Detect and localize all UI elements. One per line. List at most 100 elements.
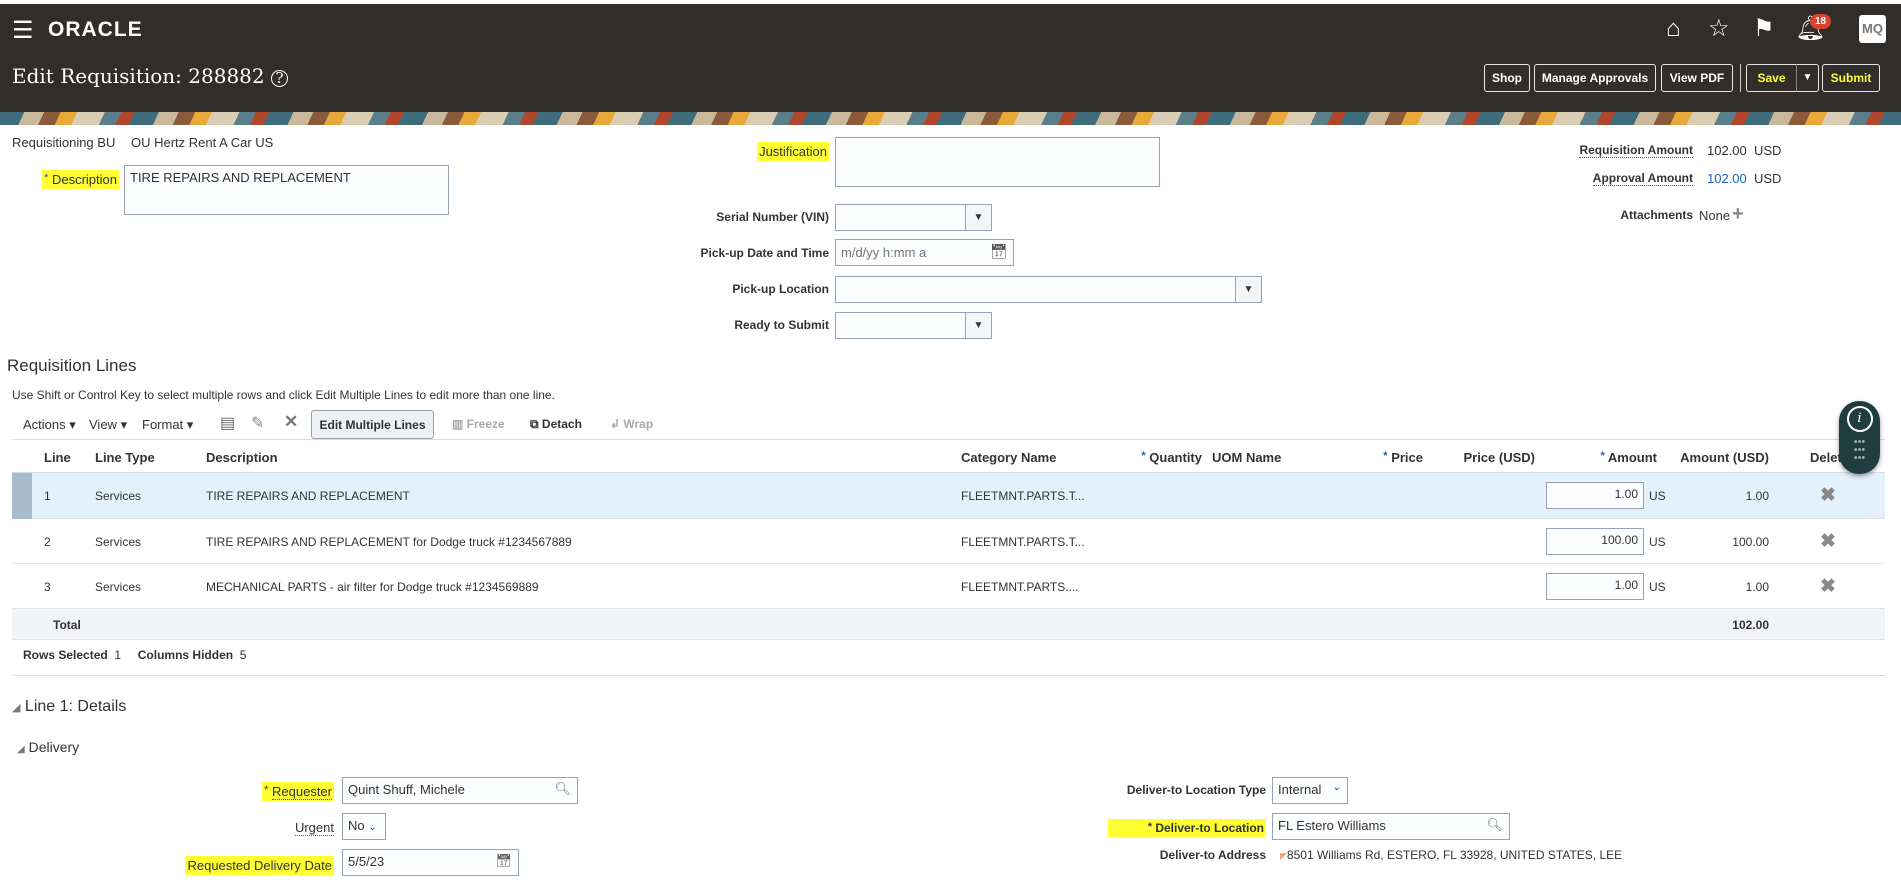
- line-type: Services: [95, 489, 142, 503]
- requisitioning-bu-label: Requisitioning BU: [12, 135, 116, 150]
- requested-delivery-date-input[interactable]: 5/5/23 📅︎: [342, 849, 519, 876]
- deliver-to-location-type-select[interactable]: Internal ⌄: [1272, 777, 1348, 804]
- dropdown-arrow-icon[interactable]: ▼: [1235, 277, 1261, 302]
- edit-multiple-lines-button[interactable]: Edit Multiple Lines: [311, 410, 434, 439]
- line-number: 3: [44, 580, 51, 594]
- search-icon[interactable]: 🔍︎: [554, 781, 571, 797]
- pickup-date-label: Pick-up Date and Time: [700, 246, 829, 260]
- dropdown-arrow-icon[interactable]: ▼: [965, 205, 991, 230]
- oracle-logo[interactable]: ORACLE: [48, 18, 143, 42]
- delivery-section-heading[interactable]: ◢ Delivery: [17, 739, 79, 755]
- amount-usd: 1.00: [1745, 580, 1769, 594]
- line-category: FLEETMNT.PARTS.T...: [961, 489, 1085, 503]
- requisition-amount-value: 102.00 USD: [1707, 143, 1782, 158]
- watchlist-flag-icon[interactable]: ⚑: [1753, 14, 1775, 44]
- freeze-button[interactable]: ▥ Freeze: [452, 417, 505, 431]
- serial-number-select[interactable]: ▼: [835, 204, 992, 231]
- col-quantity[interactable]: * Quantity: [1141, 450, 1202, 465]
- line-description: TIRE REPAIRS AND REPLACEMENT for Dodge t…: [206, 535, 572, 549]
- search-icon[interactable]: 🔍︎: [1486, 817, 1503, 833]
- deliver-to-location-label: * Deliver-to Location: [1107, 819, 1266, 837]
- total-row: Total 102.00: [12, 609, 1885, 640]
- home-icon[interactable]: ⌂: [1666, 14, 1681, 44]
- dropdown-arrow-icon[interactable]: ▼: [965, 313, 991, 338]
- flag-marker-icon: ◤: [1280, 851, 1287, 861]
- add-attachment-plus-icon[interactable]: +: [1732, 203, 1744, 226]
- table-row[interactable]: 1 Services TIRE REPAIRS AND REPLACEMENT …: [12, 473, 1885, 519]
- serial-number-label: Serial Number (VIN): [716, 210, 829, 224]
- col-amount-usd[interactable]: Amount (USD): [1680, 450, 1769, 465]
- line-number: 2: [44, 535, 51, 549]
- amount-currency: US: [1649, 535, 1666, 549]
- add-row-icon[interactable]: ▤: [220, 413, 235, 433]
- col-price-usd[interactable]: Price (USD): [1463, 450, 1535, 465]
- page-title-text: Edit Requisition: 288882: [12, 64, 265, 88]
- calendar-icon[interactable]: 📅︎: [990, 243, 1008, 260]
- delete-line-x-icon[interactable]: ✖: [1820, 484, 1836, 507]
- delete-x-icon[interactable]: ✕: [284, 412, 298, 432]
- actions-menu[interactable]: Actions ▾: [23, 417, 76, 433]
- hamburger-menu-icon[interactable]: ☰: [12, 16, 34, 45]
- total-value: 102.00: [1732, 618, 1769, 632]
- urgent-select[interactable]: No ⌄: [342, 813, 386, 840]
- line-number: 1: [44, 489, 51, 503]
- line-details-heading[interactable]: ◢ Line 1: Details: [12, 698, 126, 716]
- ready-to-submit-select[interactable]: ▼: [835, 312, 992, 339]
- submit-button[interactable]: Submit: [1822, 64, 1880, 92]
- amount-usd: 100.00: [1732, 535, 1769, 549]
- delete-line-x-icon[interactable]: ✖: [1820, 530, 1836, 553]
- shop-button[interactable]: Shop: [1484, 64, 1530, 92]
- description-label: * Description: [42, 170, 119, 189]
- favorites-star-icon[interactable]: ☆: [1708, 14, 1730, 44]
- wrap-button[interactable]: ↲ Wrap: [610, 417, 653, 431]
- help-icon[interactable]: ?: [271, 70, 288, 87]
- delete-line-x-icon[interactable]: ✖: [1820, 575, 1836, 598]
- description-textarea[interactable]: TIRE REPAIRS AND REPLACEMENT: [124, 165, 449, 215]
- divider: [12, 675, 1885, 676]
- requester-label: * Requester: [262, 782, 334, 801]
- ready-to-submit-label: Ready to Submit: [734, 318, 829, 332]
- info-icon[interactable]: i: [1846, 406, 1873, 432]
- pickup-location-label: Pick-up Location: [732, 282, 829, 296]
- table-row[interactable]: 3 Services MECHANICAL PARTS - air filter…: [12, 564, 1885, 609]
- save-menu-chevron-icon[interactable]: ▼: [1796, 64, 1819, 92]
- manage-approvals-button[interactable]: Manage Approvals: [1534, 64, 1656, 92]
- save-button[interactable]: Save: [1746, 64, 1796, 92]
- detach-button[interactable]: ⧉ Detach: [530, 417, 582, 432]
- approval-amount-value[interactable]: 102.00 USD: [1707, 171, 1781, 186]
- line-category: FLEETMNT.PARTS....: [961, 580, 1079, 594]
- pickup-location-select[interactable]: ▼: [835, 276, 1262, 303]
- table-row[interactable]: 2 Services TIRE REPAIRS AND REPLACEMENT …: [12, 519, 1885, 564]
- requisition-amount-label[interactable]: Requisition Amount: [1579, 143, 1693, 158]
- approval-amount-label[interactable]: Approval Amount: [1592, 171, 1693, 186]
- grid-dots-icon[interactable]: ••• ••• •••: [1839, 437, 1880, 464]
- justification-textarea[interactable]: [835, 137, 1160, 187]
- info-widget[interactable]: i ••• ••• •••: [1839, 401, 1880, 474]
- amount-input[interactable]: 100.00: [1546, 528, 1644, 555]
- amount-input[interactable]: 1.00: [1546, 573, 1644, 600]
- user-avatar[interactable]: MQ: [1859, 15, 1886, 43]
- row-selector[interactable]: [12, 473, 32, 519]
- amount-input[interactable]: 1.00: [1546, 482, 1644, 509]
- amount-usd: 1.00: [1745, 489, 1769, 503]
- view-menu[interactable]: View ▾: [89, 417, 127, 433]
- line-category: FLEETMNT.PARTS.T...: [961, 535, 1085, 549]
- calendar-icon[interactable]: 📅︎: [495, 853, 512, 869]
- amount-currency: US: [1649, 489, 1666, 503]
- col-uom[interactable]: UOM Name: [1212, 450, 1281, 465]
- col-line-type[interactable]: Line Type: [95, 450, 155, 465]
- deliver-to-location-input[interactable]: FL Estero Williams 🔍︎: [1272, 813, 1510, 840]
- requester-input[interactable]: Quint Shuff, Michele 🔍︎: [342, 777, 578, 804]
- col-category[interactable]: Category Name: [961, 450, 1056, 465]
- col-description[interactable]: Description: [206, 450, 278, 465]
- col-price[interactable]: * Price: [1383, 450, 1423, 465]
- attachments-value: None: [1699, 208, 1731, 223]
- view-pdf-button[interactable]: View PDF: [1661, 64, 1733, 92]
- requisition-lines-heading: Requisition Lines: [7, 356, 137, 375]
- pickup-date-input[interactable]: [835, 239, 1014, 266]
- edit-pencil-icon[interactable]: ✎: [251, 413, 264, 433]
- col-amount[interactable]: * Amount: [1600, 450, 1657, 465]
- col-line[interactable]: Line: [44, 450, 71, 465]
- format-menu[interactable]: Format ▾: [142, 417, 193, 433]
- amount-currency: US: [1649, 580, 1666, 594]
